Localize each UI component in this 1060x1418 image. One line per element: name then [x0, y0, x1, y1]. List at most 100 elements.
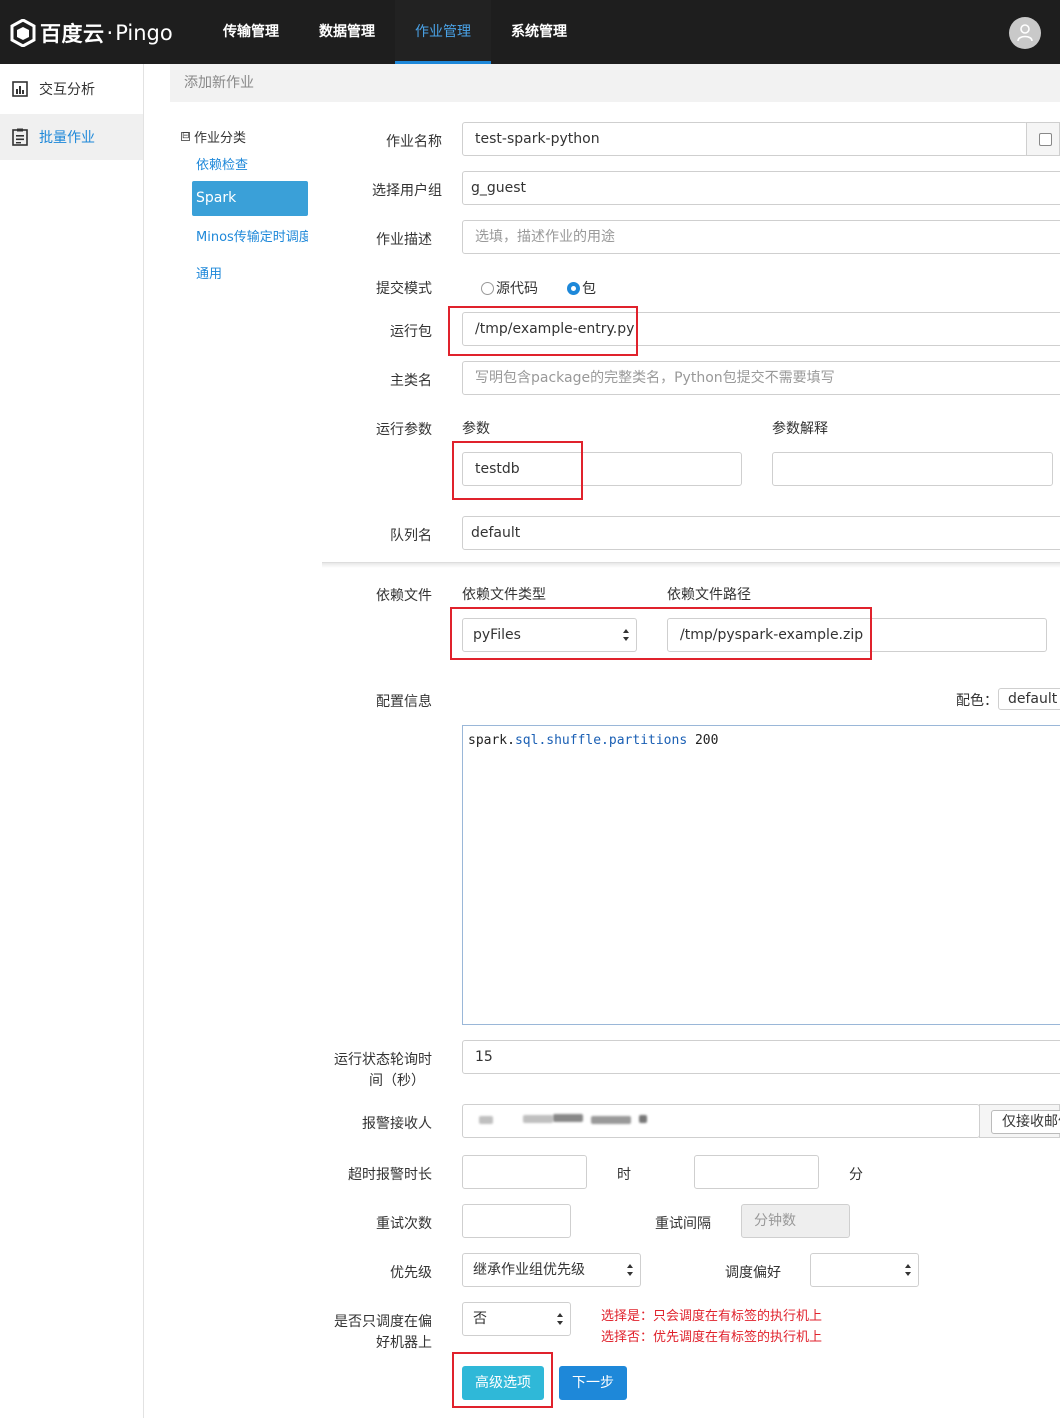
minute-unit-label: 分 — [849, 1167, 863, 1183]
timeout-alarm-label: 超时报警时长 — [348, 1167, 432, 1183]
priority-label: 优先级 — [390, 1265, 432, 1281]
only-preferred-label-line1: 是否只调度在偏 — [334, 1314, 432, 1330]
select-arrows-icon — [557, 1313, 563, 1325]
param-column-header: 参数 — [462, 421, 490, 437]
highlight-dep-files — [450, 607, 872, 660]
only-preferred-select[interactable]: 否 — [462, 1302, 571, 1336]
mail-only-addon: 仅接收邮件 — [979, 1104, 1060, 1138]
poll-interval-label-line1: 运行状态轮询时 — [334, 1052, 432, 1068]
timeout-hour-input[interactable] — [462, 1155, 587, 1189]
code-value: 200 — [687, 733, 719, 748]
redacted-text — [479, 1116, 493, 1124]
hint-yes: 选择是：只会调度在有标签的执行机上 — [601, 1309, 823, 1324]
logo-separator: · — [106, 21, 114, 45]
logo-main-text: 百度云 — [40, 22, 105, 46]
select-arrows-icon — [905, 1264, 911, 1276]
job-desc-label: 作业描述 — [376, 232, 432, 248]
run-package-label: 运行包 — [390, 324, 432, 340]
highlight-advanced-button — [452, 1352, 553, 1408]
sidebar-item-batch-jobs[interactable]: 批量作业 — [0, 114, 143, 160]
nav-job-management[interactable]: 作业管理 — [395, 0, 491, 64]
highlight-run-package — [448, 306, 638, 356]
dep-path-column-header: 依赖文件路径 — [667, 587, 751, 603]
redacted-text — [639, 1115, 647, 1123]
schedule-preference-label: 调度偏好 — [725, 1265, 781, 1281]
code-property: sql.shuffle.partitions — [514, 733, 688, 748]
chart-icon — [11, 80, 29, 98]
breadcrumb: 添加新作业 — [170, 64, 1060, 102]
nav-transfer-management[interactable]: 传输管理 — [207, 0, 295, 64]
left-sidebar: 交互分析 批量作业 — [0, 64, 144, 1418]
submit-mode-package-option[interactable]: 包 — [567, 278, 596, 298]
mail-only-button[interactable]: 仅接收邮件 — [991, 1110, 1060, 1134]
color-scheme-label: 配色： — [956, 693, 998, 709]
next-step-button[interactable]: 下一步 — [559, 1366, 627, 1400]
retry-count-label: 重试次数 — [376, 1216, 432, 1232]
sidebar-item-interactive-analysis[interactable]: 交互分析 — [0, 66, 143, 112]
schedule-preference-select[interactable] — [810, 1253, 919, 1287]
radio-source-label: 源代码 — [496, 281, 538, 297]
dep-type-column-header: 依赖文件类型 — [462, 587, 546, 603]
tree-root-label: 作业分类 — [194, 131, 247, 146]
job-desc-input[interactable]: 选填，描述作业的用途 — [462, 220, 1060, 254]
retry-interval-label: 重试间隔 — [655, 1216, 711, 1232]
queue-input[interactable]: default — [462, 516, 1060, 550]
user-avatar[interactable] — [1009, 17, 1041, 49]
only-preferred-value: 否 — [473, 1311, 487, 1327]
radio-package[interactable] — [567, 282, 580, 295]
param-explain-column-header: 参数解释 — [772, 421, 828, 437]
main-class-label: 主类名 — [390, 373, 432, 389]
sidebar-item-label: 批量作业 — [39, 130, 95, 146]
config-label: 配置信息 — [376, 694, 432, 710]
sidebar-item-label: 交互分析 — [39, 82, 95, 98]
main-class-input[interactable]: 写明包含package的完整类名，Python包提交不需要填写 — [462, 361, 1060, 395]
tree-item-dependency-check[interactable]: 依赖检查 — [196, 154, 248, 173]
redacted-text — [591, 1116, 631, 1124]
brand-logo[interactable]: 百度云 · Pingo — [10, 18, 173, 48]
top-navbar: 百度云 · Pingo 传输管理 数据管理 作业管理 系统管理 — [0, 0, 1060, 64]
priority-value: 继承作业组优先级 — [473, 1262, 585, 1278]
submit-mode-label: 提交模式 — [376, 281, 432, 297]
hour-unit-label: 时 — [617, 1167, 631, 1183]
retry-interval-input[interactable]: 分钟数 — [741, 1204, 850, 1238]
nav-data-management[interactable]: 数据管理 — [303, 0, 391, 64]
radio-source[interactable] — [481, 282, 494, 295]
queue-label: 队列名 — [390, 528, 432, 544]
cube-logo-icon — [10, 19, 36, 47]
highlight-param — [452, 441, 583, 500]
priority-select[interactable]: 继承作业组优先级 — [462, 1253, 641, 1287]
redacted-text — [553, 1114, 583, 1122]
only-preferred-label-line2: 好机器上 — [376, 1335, 432, 1351]
color-scheme-select[interactable]: default — [998, 688, 1060, 710]
submit-mode-source-option[interactable]: 源代码 — [481, 278, 538, 298]
redacted-text — [523, 1115, 553, 1123]
nav-system-management[interactable]: 系统管理 — [495, 0, 583, 64]
job-name-addon — [1026, 122, 1060, 156]
user-group-label: 选择用户组 — [372, 183, 442, 199]
logo-sub-text: Pingo — [115, 21, 173, 45]
collapse-icon[interactable]: ⊟ — [181, 132, 190, 141]
select-arrows-icon — [627, 1264, 633, 1276]
tree-item-minos-transfer[interactable]: Minos传输定时调度 — [196, 226, 308, 245]
alarm-receiver-input[interactable] — [462, 1104, 980, 1138]
poll-interval-label-line2: 间（秒） — [369, 1073, 425, 1089]
document-icon — [11, 128, 29, 146]
section-divider — [322, 562, 1060, 568]
param-explain-input[interactable] — [772, 452, 1053, 486]
tree-root-job-category[interactable]: ⊟ 作业分类 — [181, 127, 246, 146]
retry-count-input[interactable] — [462, 1204, 571, 1238]
tree-item-spark[interactable]: Spark — [192, 181, 308, 216]
radio-package-label: 包 — [582, 281, 596, 297]
config-code-editor[interactable]: spark.sql.shuffle.partitions 200 — [462, 725, 1060, 1025]
job-name-checkbox[interactable] — [1039, 133, 1052, 146]
user-icon — [1017, 24, 1033, 42]
poll-interval-input[interactable]: 15 — [462, 1040, 1060, 1074]
tree-item-general[interactable]: 通用 — [196, 263, 222, 282]
timeout-minute-input[interactable] — [694, 1155, 819, 1189]
job-name-label: 作业名称 — [386, 134, 442, 150]
run-params-label: 运行参数 — [376, 422, 432, 438]
job-name-input[interactable]: test-spark-python — [462, 122, 1028, 156]
dep-files-label: 依赖文件 — [376, 588, 432, 604]
user-group-input[interactable]: g_guest — [462, 171, 1060, 205]
code-keyword: spark. — [468, 733, 515, 748]
